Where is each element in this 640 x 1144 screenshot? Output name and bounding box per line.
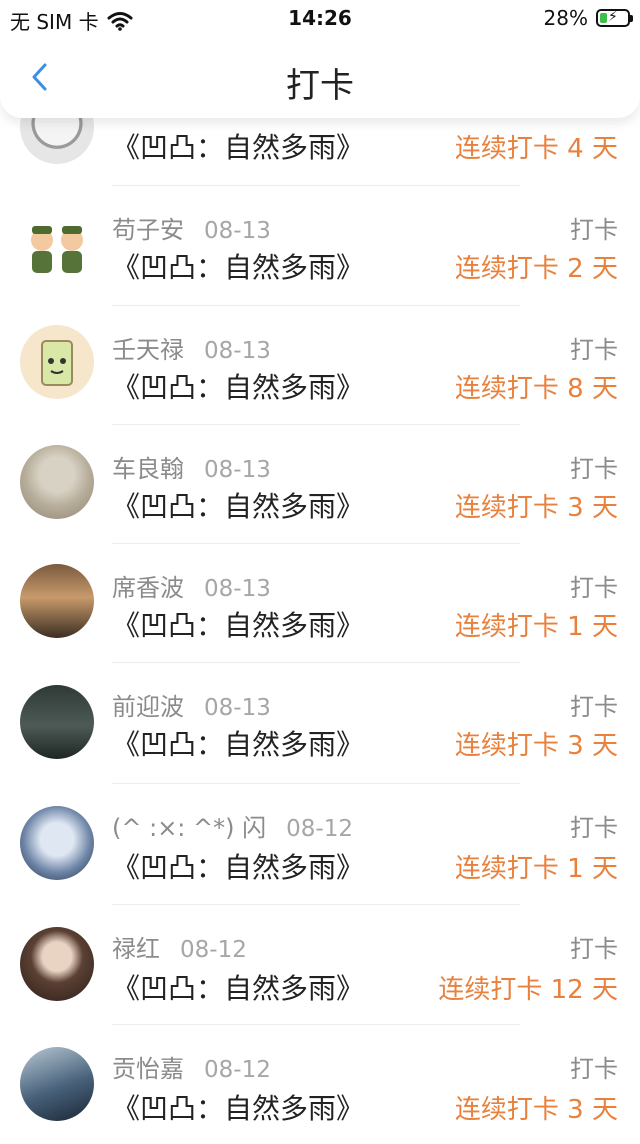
- charging-bolt-icon: ⚡: [608, 9, 618, 25]
- battery-charging-icon: ⚡: [596, 9, 633, 27]
- checkin-date: 08-13: [204, 695, 271, 721]
- checkin-date: 08-12: [204, 1057, 271, 1083]
- user-name: 壬天禄: [112, 336, 184, 364]
- streak-label: 连续打卡 2 天: [454, 254, 618, 284]
- book-title: 《凹凸：自然多雨》: [112, 1092, 365, 1125]
- checkin-action-label: 打卡: [570, 693, 618, 721]
- checkin-action-label: 打卡: [570, 935, 618, 963]
- book-title: 《凹凸：自然多雨》: [112, 728, 365, 761]
- book-title: 《凹凸：自然多雨》: [112, 609, 365, 642]
- checkin-action-label: 打卡: [570, 336, 618, 364]
- user-name-row: 贡怡嘉 08-12: [112, 1049, 271, 1084]
- checkin-date: 08-13: [204, 457, 271, 483]
- user-name: 席香波: [112, 574, 184, 602]
- checkin-date: 08-13: [204, 576, 271, 602]
- streak-label: 连续打卡 3 天: [454, 731, 618, 761]
- book-title: 《凹凸：自然多雨》: [112, 490, 365, 523]
- user-name-row: 前迎波 08-13: [112, 687, 271, 722]
- user-name: 车良翰: [112, 455, 184, 483]
- user-name: 前迎波: [112, 693, 184, 721]
- book-title: 《凹凸：自然多雨》: [112, 851, 365, 884]
- user-name-row: 禄红 08-12: [112, 929, 247, 964]
- list-item[interactable]: 壬天禄 08-13 打卡 《凹凸：自然多雨》 连续打卡 8 天: [0, 306, 640, 425]
- list-item[interactable]: 车良翰 08-13 打卡 《凹凸：自然多雨》 连续打卡 3 天: [0, 425, 640, 544]
- user-name-row: 车良翰 08-13: [112, 449, 271, 484]
- checkin-date: 08-12: [286, 816, 353, 842]
- list-item[interactable]: (^ :×: ^*) 闪 08-12 打卡 《凹凸：自然多雨》 连续打卡 1 天: [0, 784, 640, 903]
- checkin-date: 08-13: [204, 218, 271, 244]
- avatar: [20, 806, 94, 880]
- avatar: [20, 210, 94, 284]
- avatar: [20, 927, 94, 1001]
- page-title: 打卡: [286, 66, 354, 106]
- book-title: 《凹凸：自然多雨》: [112, 251, 365, 284]
- list-item[interactable]: 苟子安 08-13 打卡 《凹凸：自然多雨》 连续打卡 2 天: [0, 186, 640, 305]
- streak-label: 连续打卡 12 天: [438, 975, 618, 1005]
- user-name: 禄红: [112, 935, 160, 963]
- navigation-bar: 打卡: [0, 38, 640, 118]
- checkin-date: 08-13: [204, 338, 271, 364]
- checkin-action-label: 打卡: [570, 1055, 618, 1083]
- user-name-row: 壬天禄 08-13: [112, 330, 271, 365]
- checkin-action-label: 打卡: [570, 814, 618, 842]
- book-title: 《凹凸：自然多雨》: [112, 131, 365, 164]
- avatar: [20, 564, 94, 638]
- checkin-action-label: 打卡: [570, 455, 618, 483]
- streak-label: 连续打卡 1 天: [454, 612, 618, 642]
- book-title: 《凹凸：自然多雨》: [112, 972, 365, 1005]
- streak-label: 连续打卡 3 天: [454, 493, 618, 523]
- list-item[interactable]: 禄红 08-12 打卡 《凹凸：自然多雨》 连续打卡 12 天: [0, 905, 640, 1024]
- user-name-row: 席香波 08-13: [112, 568, 271, 603]
- list-item[interactable]: 席香波 08-13 打卡 《凹凸：自然多雨》 连续打卡 1 天: [0, 544, 640, 663]
- streak-label: 连续打卡 3 天: [454, 1095, 618, 1125]
- user-name: 贡怡嘉: [112, 1055, 184, 1083]
- user-name-row: 苟子安 08-13: [112, 210, 271, 245]
- status-bar: 无 SIM 卡 14:26 28% ⚡: [0, 0, 640, 38]
- user-name: 苟子安: [112, 216, 184, 244]
- avatar: [20, 1047, 94, 1121]
- user-name-row: (^ :×: ^*) 闪 08-12: [112, 808, 353, 843]
- streak-label: 连续打卡 8 天: [454, 374, 618, 404]
- checkin-action-label: 打卡: [570, 574, 618, 602]
- avatar: [20, 685, 94, 759]
- book-title: 《凹凸：自然多雨》: [112, 371, 365, 404]
- streak-label: 连续打卡 4 天: [454, 134, 618, 164]
- streak-label: 连续打卡 1 天: [454, 854, 618, 884]
- user-name: (^ :×: ^*) 闪: [112, 814, 267, 842]
- checkin-date: 08-12: [180, 937, 247, 963]
- checkin-action-label: 打卡: [570, 216, 618, 244]
- avatar: [20, 445, 94, 519]
- list-item[interactable]: 前迎波 08-13 打卡 《凹凸：自然多雨》 连续打卡 3 天: [0, 663, 640, 782]
- battery-percent: 28%: [543, 6, 588, 30]
- avatar: [20, 325, 94, 399]
- list-item[interactable]: 贡怡嘉 08-12 打卡 《凹凸：自然多雨》 连续打卡 3 天: [0, 1025, 640, 1144]
- battery-level: [600, 13, 607, 23]
